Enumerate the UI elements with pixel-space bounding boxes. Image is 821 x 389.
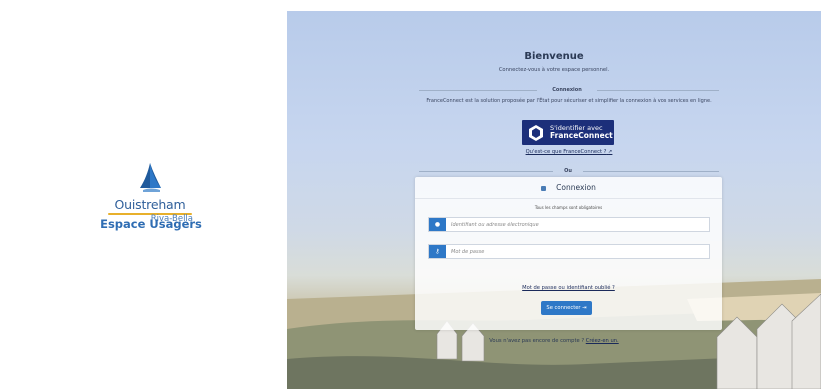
- franceconnect-section-label: Connexion: [552, 87, 582, 93]
- city-logo: Ouistreham Riva-Bella: [100, 162, 200, 224]
- portal-title: Espace Usagers: [100, 217, 202, 231]
- login-panel: Bienvenue Connectez-vous à votre espace …: [287, 11, 821, 389]
- signup-prompt: Vous n'avez pas encore de compte ? Créez…: [287, 338, 821, 344]
- card-separator: [415, 198, 722, 199]
- or-divider-right: [583, 171, 719, 172]
- user-icon: ●: [429, 218, 446, 231]
- lock-icon: [541, 185, 547, 191]
- username-field: ●: [428, 217, 710, 232]
- password-input[interactable]: [451, 245, 701, 258]
- welcome-title: Bienvenue: [524, 51, 584, 62]
- required-note: Tous les champs sont obligatoires: [534, 205, 603, 210]
- or-divider-left: [419, 171, 553, 172]
- sail-logo-icon: [140, 163, 161, 192]
- signup-question: Vous n'avez pas encore de compte ?: [489, 338, 585, 344]
- username-input[interactable]: [451, 218, 701, 231]
- franceconnect-button-line2: FranceConnect: [550, 131, 613, 140]
- forgot-password-link[interactable]: Mot de passe ou identifiant oublié ?: [415, 285, 722, 291]
- divider-left: [419, 90, 537, 91]
- franceconnect-button[interactable]: S'identifier avec FranceConnect: [522, 120, 614, 145]
- welcome-subtitle: Connectez-vous à votre espace personnel.: [498, 67, 610, 73]
- franceconnect-logo-icon: [529, 124, 543, 141]
- sign-in-button[interactable]: Se connecter ⇥: [541, 301, 592, 315]
- signup-link[interactable]: Créez-en un.: [586, 338, 619, 344]
- sign-in-icon: ⇥: [582, 305, 587, 311]
- franceconnect-description: FranceConnect est la solution proposée p…: [426, 98, 712, 104]
- franceconnect-info-link[interactable]: Qu'est-ce que FranceConnect ? ↗: [521, 149, 617, 155]
- login-card-title-text: Connexion: [556, 183, 596, 192]
- franceconnect-button-label: S'identifier avec FranceConnect: [550, 125, 613, 140]
- branding-panel: Ouistreham Riva-Bella Espace Usagers: [0, 0, 287, 389]
- divider-right: [597, 90, 719, 91]
- login-card-title: Connexion: [415, 183, 722, 192]
- or-label: Ou: [564, 168, 572, 174]
- external-link-icon: ↗: [608, 149, 613, 155]
- franceconnect-info-link-text: Qu'est-ce que FranceConnect ?: [525, 149, 607, 155]
- sign-in-button-label: Se connecter: [546, 305, 581, 311]
- key-icon: ⚷: [429, 245, 446, 258]
- login-card: Connexion Tous les champs sont obligatoi…: [415, 177, 722, 330]
- password-field: ⚷: [428, 244, 710, 259]
- brand-name: Ouistreham: [114, 197, 186, 212]
